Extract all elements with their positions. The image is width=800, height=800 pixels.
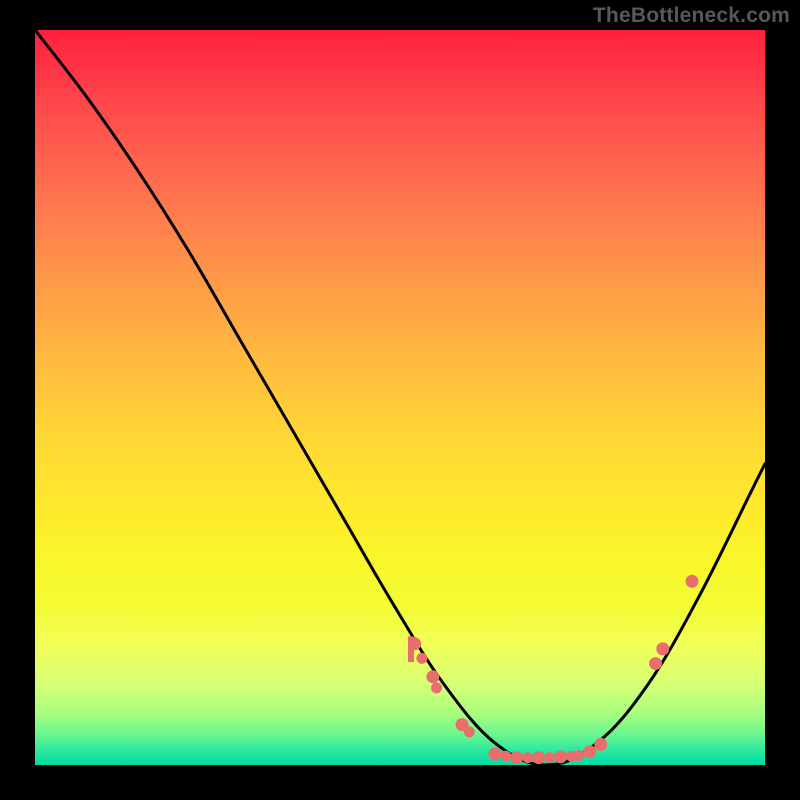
chart-container: TheBottleneck.com	[0, 0, 800, 800]
data-marker	[574, 750, 584, 760]
data-marker	[432, 683, 442, 693]
data-marker	[427, 671, 439, 683]
data-marker	[523, 753, 533, 763]
data-marker	[511, 752, 523, 764]
data-marker	[409, 638, 421, 650]
plot-svg	[35, 30, 765, 765]
data-marker	[555, 751, 567, 763]
data-marker	[545, 753, 555, 763]
data-marker	[657, 643, 669, 655]
data-marker	[686, 575, 698, 587]
data-marker	[584, 746, 596, 758]
data-marker	[464, 727, 474, 737]
plot-area	[35, 30, 765, 765]
data-marker	[650, 658, 662, 670]
data-marker	[533, 752, 545, 764]
data-marker	[417, 653, 427, 663]
data-marker	[595, 738, 607, 750]
watermark-text: TheBottleneck.com	[593, 4, 790, 28]
bottleneck-curve	[35, 30, 765, 765]
data-marker	[501, 751, 511, 761]
markers-group	[409, 575, 698, 763]
data-marker	[489, 748, 501, 760]
